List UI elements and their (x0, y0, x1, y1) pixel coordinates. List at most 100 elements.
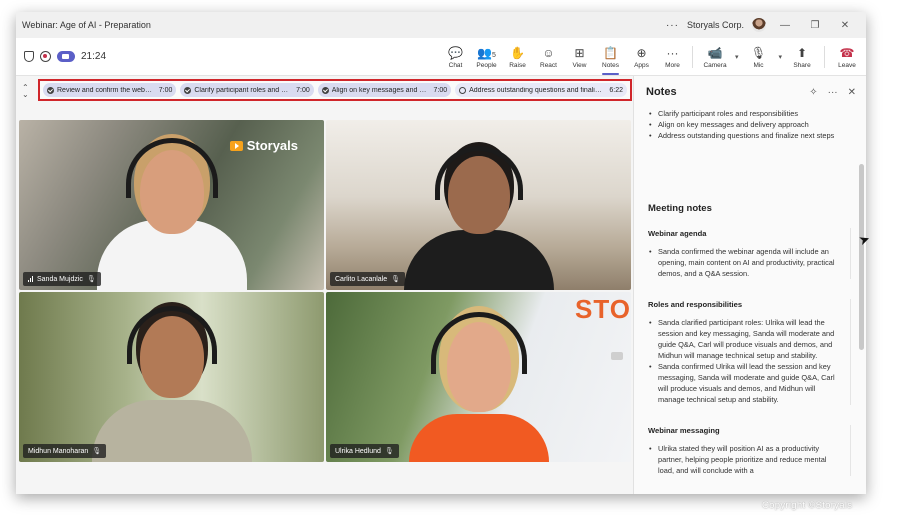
notes-section-roles: Roles and responsibilities Sanda clarifi… (646, 299, 851, 405)
agenda-list: Clarify participant roles and responsibi… (646, 108, 851, 141)
section-bullet: Sanda confirmed the webinar agenda will … (646, 246, 844, 279)
view-label: View (572, 61, 587, 69)
meeting-timer: 21:24 (81, 51, 107, 62)
toolbar-divider-2 (824, 46, 826, 68)
react-label: React (540, 61, 557, 69)
close-notes-icon[interactable]: ✕ (848, 87, 856, 98)
user-avatar[interactable] (752, 18, 766, 32)
video-tile-midhun[interactable]: Midhun Manoharan 🎙 (19, 292, 324, 462)
mic-muted-icon: 🎙 (86, 276, 96, 283)
notes-icon: 📋 (603, 45, 618, 60)
video-tile-sanda[interactable]: Storyals Sanda Mujdzic 🎙 (19, 120, 324, 290)
copyright-text: Copyright ©Storyals (762, 500, 853, 511)
section-bullet: Sanda clarified participant roles: Ulrik… (646, 317, 844, 361)
org-name: Storyals Corp. (686, 20, 744, 30)
title-bar: Webinar: Age of AI - Preparation ··· Sto… (16, 12, 866, 38)
agenda-list-item: Align on key messages and delivery appro… (646, 119, 851, 130)
name-tag: Carlito Lacanlale 🎙 (330, 272, 406, 286)
agenda-item-time: 6:22 (609, 86, 623, 94)
mic-button[interactable]: 🎙 Mic (741, 38, 777, 76)
collapse-agenda-icon[interactable]: ⌃ ⌄ (22, 84, 29, 99)
headset-icon (126, 306, 217, 364)
participant-name: Midhun Manoharan (28, 447, 89, 455)
hang-up-icon: ☎ (839, 45, 855, 60)
check-circle-icon (321, 86, 329, 94)
meeting-toolbar: 21:24 💬 Chat 👥5 People ✋ Raise ☺ React ⊞… (16, 38, 866, 76)
participant-body (91, 400, 252, 462)
people-button[interactable]: 👥5 People (471, 38, 502, 76)
agenda-item-time: 7:00 (433, 86, 448, 94)
share-button[interactable]: ⬆ Share (784, 38, 820, 76)
video-tile-ulrika[interactable]: STO Ulrika Hedlund 🎙 (326, 292, 631, 462)
chat-label: Chat (448, 61, 463, 69)
agenda-item-text: Review and confirm the webin... (57, 86, 153, 94)
agenda-item-text: Clarify participant roles and re... (194, 86, 291, 94)
storyals-watermark: Storyals (229, 138, 298, 153)
agenda-item-questions[interactable]: Address outstanding questions and finali… (455, 83, 627, 97)
window-title: Webinar: Age of AI - Preparation (22, 20, 151, 30)
copilot-sparkle-icon[interactable]: ✧ (809, 87, 817, 98)
section-heading: Webinar messaging (648, 426, 720, 435)
chat-button[interactable]: 💬 Chat (440, 38, 471, 76)
notes-content[interactable]: Clarify participant roles and responsibi… (646, 108, 851, 494)
agenda-item-review[interactable]: Review and confirm the webin... 7:00 (43, 83, 177, 97)
raise-hand-icon: ✋ (510, 45, 525, 60)
more-button[interactable]: ··· More (657, 38, 688, 76)
notes-section-messaging: Webinar messaging Ulrika stated they wil… (646, 425, 851, 476)
name-tag: Ulrika Hedlund 🎙 (330, 444, 399, 458)
video-stage: Storyals Sanda Mujdzic 🎙 Carlito Lacanla… (16, 106, 632, 494)
shield-icon[interactable] (24, 51, 34, 62)
camera-button[interactable]: 📹 Camera (697, 38, 733, 76)
participant-name: Ulrika Hedlund (335, 447, 381, 455)
view-button[interactable]: ⊞ View (564, 38, 595, 76)
react-smiley-icon: ☺ (542, 45, 555, 60)
mic-label: Mic (753, 61, 764, 69)
camera-options-chevron-icon[interactable]: ▾ (735, 53, 739, 61)
video-tile-carlito[interactable]: Carlito Lacanlale 🎙 (326, 120, 631, 290)
section-heading: Roles and responsibilities (648, 300, 743, 309)
participant-name: Carlito Lacanlale (335, 275, 388, 283)
more-options-icon[interactable]: ··· (666, 20, 679, 31)
check-circle-icon (47, 86, 54, 94)
people-icon: 👥5 (477, 45, 496, 60)
section-bullet: Sanda confirmed Ulrika will lead the ses… (646, 361, 844, 405)
leave-label: Leave (838, 61, 856, 69)
close-window-icon[interactable]: ✕ (834, 20, 856, 31)
notes-scrollbar[interactable] (859, 164, 864, 350)
raise-hand-button[interactable]: ✋ Raise (502, 38, 533, 76)
agenda-item-time: 7:00 (158, 86, 173, 94)
check-circle-icon (184, 86, 192, 94)
mic-muted-icon: 🎙 (384, 448, 394, 455)
restore-icon[interactable]: ❐ (804, 20, 826, 31)
notes-pane: Notes ✧ ··· ✕ Clarify participant roles … (633, 76, 866, 494)
section-bullet: Ulrika stated they will position AI as a… (646, 443, 844, 476)
teams-meeting-window: Webinar: Age of AI - Preparation ··· Sto… (16, 12, 866, 494)
watermark-text: Storyals (246, 138, 298, 153)
wall-logo-text: STO (575, 294, 631, 324)
signal-bars-icon (28, 276, 33, 282)
open-circle-icon (459, 86, 467, 94)
camera-device-icon (611, 352, 623, 360)
recording-icon[interactable] (40, 51, 51, 62)
minimize-icon[interactable]: — (774, 20, 796, 31)
mic-options-chevron-icon[interactable]: ▾ (779, 53, 783, 61)
people-count: 5 (492, 51, 496, 59)
notes-more-icon[interactable]: ··· (828, 87, 838, 98)
leave-button[interactable]: ☎ Leave (829, 38, 865, 76)
mic-muted-icon: 🎙 (92, 448, 102, 455)
chat-icon: 💬 (448, 45, 463, 60)
headset-icon (125, 138, 218, 198)
share-screen-icon: ⬆ (797, 45, 808, 60)
notes-button[interactable]: 📋 Notes (595, 38, 626, 76)
toolbar-divider (692, 46, 693, 68)
agenda-item-roles[interactable]: Clarify participant roles and re... 7:00 (180, 83, 314, 97)
participant-body (408, 414, 549, 462)
agenda-item-messages[interactable]: Align on key messages and de... 7:00 (317, 83, 452, 97)
meeting-chat-pill-icon[interactable] (57, 51, 75, 62)
headset-icon (430, 312, 527, 374)
microphone-icon: 🎙 (750, 45, 767, 60)
react-button[interactable]: ☺ React (533, 38, 564, 76)
apps-button[interactable]: ⊕ Apps (626, 38, 657, 76)
agenda-bar: ⌃ ⌄ Review and confirm the webin... 7:00 … (16, 76, 632, 106)
notes-title: Notes (646, 86, 677, 98)
